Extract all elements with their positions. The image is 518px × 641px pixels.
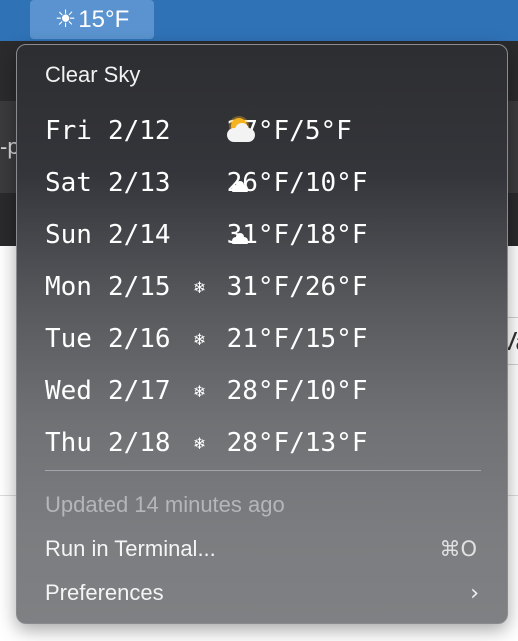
snowflake-icon: ❄ [192, 381, 207, 401]
forecast-date: 2/12 [107, 116, 171, 146]
preferences-menu-item[interactable]: Preferences › [45, 578, 481, 608]
forecast-day: Mon [45, 272, 92, 302]
forecast-day: Thu [45, 428, 92, 458]
menu-bar: ☀ 15°F [0, 0, 518, 41]
forecast-day: Fri [45, 116, 92, 146]
forecast-day: Sat [45, 168, 92, 198]
weather-dropdown-menu: Clear Sky Fri 2/12 27°F/5°F Sat 2/13 26°… [16, 44, 508, 624]
menu-separator [45, 470, 481, 471]
keyboard-shortcut: ⌘O [439, 537, 477, 561]
forecast-temps: 21°F/15°F [226, 324, 368, 354]
forecast-list: Fri 2/12 27°F/5°F Sat 2/13 26°F/10°F Sun… [45, 105, 367, 469]
current-conditions: Clear Sky [45, 62, 141, 87]
weather-menubar-item[interactable]: ☀ 15°F [30, 0, 154, 39]
partly-cloudy-icon [223, 116, 257, 146]
forecast-day: Sun [45, 220, 92, 250]
forecast-date: 2/16 [107, 324, 171, 354]
forecast-date: 2/13 [107, 168, 171, 198]
forecast-day: Tue [45, 324, 92, 354]
preferences-label: Preferences [45, 580, 164, 605]
forecast-date: 2/15 [107, 272, 171, 302]
cloud-icon [223, 168, 257, 198]
forecast-temps: 28°F/13°F [226, 428, 368, 458]
forecast-row[interactable]: Wed 2/17 ❄ 28°F/10°F [45, 365, 367, 417]
current-temperature: 15°F [78, 5, 130, 33]
forecast-row[interactable]: Tue 2/16 ❄ 21°F/15°F [45, 313, 367, 365]
sun-icon: ☀ [54, 5, 77, 33]
snowflake-icon: ❄ [192, 329, 207, 349]
forecast-row[interactable]: Sun 2/14 31°F/18°F [45, 209, 367, 261]
snowflake-icon: ❄ [192, 433, 207, 453]
forecast-row[interactable]: Thu 2/18 ❄ 28°F/13°F [45, 417, 367, 469]
snowflake-icon: ❄ [192, 277, 207, 297]
run-in-terminal-label: Run in Terminal... [45, 536, 216, 561]
chevron-right-icon: › [470, 580, 479, 606]
forecast-date: 2/17 [107, 376, 171, 406]
forecast-day: Wed [45, 376, 92, 406]
cloud-icon [223, 220, 257, 250]
forecast-date: 2/18 [107, 428, 171, 458]
forecast-temps: 28°F/10°F [226, 376, 368, 406]
last-updated-label: Updated 14 minutes ago [45, 492, 285, 517]
run-in-terminal-menu-item[interactable]: Run in Terminal... ⌘O [45, 534, 481, 564]
forecast-date: 2/14 [107, 220, 171, 250]
